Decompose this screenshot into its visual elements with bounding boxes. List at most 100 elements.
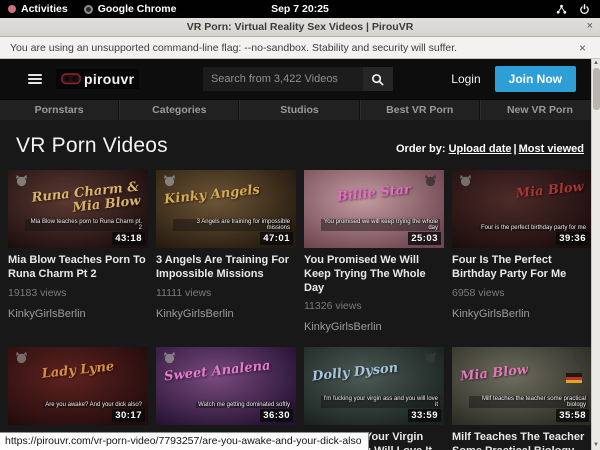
warning-bar: You are using an unsupported command-lin… bbox=[0, 37, 600, 59]
studio-cat-logo-icon bbox=[162, 351, 177, 369]
studio-link[interactable]: KinkyGirlsBerlin bbox=[452, 308, 592, 320]
duration-badge: 25:03 bbox=[408, 232, 441, 245]
page-title: VR Porn Videos bbox=[16, 134, 168, 158]
video-thumbnail[interactable]: Billie Star You promised we will keep tr… bbox=[304, 170, 444, 248]
duration-badge: 39:36 bbox=[556, 232, 589, 245]
studio-cat-logo-icon bbox=[14, 351, 29, 369]
thumbnail-caption: I'm fucking your virgin ass and you will… bbox=[321, 396, 440, 408]
thumbnail-caption: Four is the perfect birthday party for m… bbox=[479, 225, 588, 231]
video-card[interactable]: Mia Blow Four is the perfect birthday pa… bbox=[452, 170, 592, 333]
thumbnail-caption: Watch me getting dominated softly bbox=[196, 402, 292, 408]
video-title[interactable]: 3 Angels Are Training For Impossible Mis… bbox=[156, 254, 296, 282]
video-thumbnail[interactable]: Dolly Dyson I'm fucking your virgin ass … bbox=[304, 347, 444, 425]
site-logo-text: pirouvr bbox=[84, 71, 134, 87]
vr-goggles-icon bbox=[61, 73, 81, 86]
duration-badge: 30:17 bbox=[112, 409, 145, 422]
thumbnail-caption: Mia Blow teaches porn to Runa Charm pt. … bbox=[25, 219, 144, 231]
search-input[interactable] bbox=[203, 67, 363, 91]
video-views: 19183 views bbox=[8, 287, 148, 299]
window-title: VR Porn: Virtual Reality Sex Videos | Pi… bbox=[0, 21, 600, 33]
video-thumbnail[interactable]: Mia Blow Milf teaches the teacher some p… bbox=[452, 347, 592, 425]
video-title[interactable]: Four Is The Perfect Birthday Party For M… bbox=[452, 254, 592, 282]
thumbnail-overlay-name: Lady Lyne bbox=[8, 357, 148, 385]
page-scrollbar[interactable]: ▲ ▼ bbox=[591, 59, 600, 450]
warning-close-icon[interactable]: × bbox=[575, 41, 590, 55]
warning-text: You are using an unsupported command-lin… bbox=[10, 42, 575, 54]
studio-link[interactable]: KinkyGirlsBerlin bbox=[304, 321, 444, 333]
duration-badge: 47:01 bbox=[260, 232, 293, 245]
nav-item-studios[interactable]: Studios bbox=[239, 100, 359, 120]
search-bar bbox=[203, 67, 393, 91]
activities-label: Activities bbox=[21, 3, 68, 15]
network-icon[interactable] bbox=[556, 4, 567, 15]
activities-icon bbox=[8, 5, 16, 13]
video-thumbnail[interactable]: Runa Charm & Mia Blow Mia Blow teaches p… bbox=[8, 170, 148, 248]
power-icon[interactable] bbox=[579, 4, 590, 15]
video-card[interactable]: Billie Star You promised we will keep tr… bbox=[304, 170, 444, 333]
duration-badge: 35:58 bbox=[556, 409, 589, 422]
scrollbar-thumb[interactable] bbox=[593, 68, 600, 110]
window-close-icon[interactable]: × bbox=[587, 20, 593, 32]
thumbnail-overlay-name: Runa Charm & Mia Blow bbox=[8, 180, 148, 222]
video-grid: Runa Charm & Mia Blow Mia Blow teaches p… bbox=[0, 170, 600, 450]
window-titlebar[interactable]: VR Porn: Virtual Reality Sex Videos | Pi… bbox=[0, 18, 600, 37]
join-button[interactable]: Join Now bbox=[495, 66, 576, 92]
studio-link[interactable]: KinkyGirlsBerlin bbox=[8, 308, 148, 320]
thumbnail-overlay-name: Mia Blow bbox=[452, 180, 592, 208]
search-icon bbox=[371, 73, 384, 86]
scroll-up-icon[interactable]: ▲ bbox=[593, 59, 599, 67]
order-most-viewed-link[interactable]: Most viewed bbox=[519, 143, 584, 155]
german-flag-icon bbox=[566, 373, 582, 383]
video-card[interactable]: Kinky Angels 3 Angels are training for i… bbox=[156, 170, 296, 333]
status-url-tooltip: https://pirouvr.com/vr-porn-video/779325… bbox=[0, 432, 369, 450]
video-thumbnail[interactable]: Lady Lyne Are you awake? And your dick a… bbox=[8, 347, 148, 425]
scroll-down-icon[interactable]: ▼ bbox=[593, 441, 599, 449]
duration-badge: 33:59 bbox=[408, 409, 441, 422]
order-by: Order by: Upload date|Most viewed bbox=[396, 143, 584, 155]
thumbnail-overlay-name: Billie Star bbox=[304, 180, 444, 208]
chrome-app-indicator[interactable]: Google Chrome bbox=[84, 3, 177, 15]
order-by-label: Order by: bbox=[396, 143, 446, 155]
activities-button[interactable]: Activities bbox=[8, 3, 68, 15]
thumbnail-caption: Are you awake? And your dick also? bbox=[43, 402, 144, 408]
system-bar: Activities Google Chrome Sep 7 20:25 bbox=[0, 0, 600, 18]
video-views: 11111 views bbox=[156, 287, 296, 299]
studio-cat-logo-icon bbox=[162, 174, 177, 192]
page-head: VR Porn Videos Order by: Upload date|Mos… bbox=[0, 120, 600, 170]
thumbnail-overlay-name: Kinky Angels bbox=[156, 180, 296, 208]
thumbnail-overlay-name: Dolly Dyson bbox=[304, 357, 444, 385]
nav-item-new-vr-porn[interactable]: New VR Porn bbox=[480, 100, 600, 120]
video-thumbnail[interactable]: Sweet Analena Watch me getting dominated… bbox=[156, 347, 296, 425]
site-header: pirouvr Login Join Now bbox=[0, 59, 600, 99]
chrome-app-label: Google Chrome bbox=[98, 3, 177, 15]
thumbnail-caption: Milf teaches the teacher some practical … bbox=[469, 396, 588, 408]
video-title[interactable]: Milf Teaches The Teacher Some Practical … bbox=[452, 431, 592, 450]
login-link[interactable]: Login bbox=[451, 72, 480, 86]
order-upload-date-link[interactable]: Upload date bbox=[449, 143, 512, 155]
webpage: pirouvr Login Join Now Pornstars Categor… bbox=[0, 59, 600, 450]
video-card[interactable]: Mia Blow Milf teaches the teacher some p… bbox=[452, 347, 592, 450]
screen: Activities Google Chrome Sep 7 20:25 VR … bbox=[0, 0, 600, 450]
site-logo[interactable]: pirouvr bbox=[56, 69, 139, 89]
thumbnail-caption: 3 Angels are training for impossible mis… bbox=[173, 219, 292, 231]
studio-link[interactable]: KinkyGirlsBerlin bbox=[156, 308, 296, 320]
chrome-icon bbox=[84, 5, 93, 14]
video-views: 11326 views bbox=[304, 300, 444, 312]
video-thumbnail[interactable]: Mia Blow Four is the perfect birthday pa… bbox=[452, 170, 592, 248]
duration-badge: 43:18 bbox=[112, 232, 145, 245]
main-nav: Pornstars Categories Studios Best VR Por… bbox=[0, 99, 600, 120]
video-card[interactable]: Runa Charm & Mia Blow Mia Blow teaches p… bbox=[8, 170, 148, 333]
menu-hamburger-icon[interactable] bbox=[28, 74, 42, 84]
duration-badge: 36:30 bbox=[260, 409, 293, 422]
nav-item-best-vr-porn[interactable]: Best VR Porn bbox=[360, 100, 480, 120]
nav-item-categories[interactable]: Categories bbox=[119, 100, 239, 120]
search-button[interactable] bbox=[363, 67, 393, 91]
video-title[interactable]: Mia Blow Teaches Porn To Runa Charm Pt 2 bbox=[8, 254, 148, 282]
video-thumbnail[interactable]: Kinky Angels 3 Angels are training for i… bbox=[156, 170, 296, 248]
nav-item-pornstars[interactable]: Pornstars bbox=[0, 100, 119, 120]
video-title[interactable]: You Promised We Will Keep Trying The Who… bbox=[304, 254, 444, 295]
thumbnail-caption: You promised we will keep trying the who… bbox=[321, 219, 440, 231]
thumbnail-overlay-name: Sweet Analena bbox=[156, 357, 296, 385]
video-views: 6958 views bbox=[452, 287, 592, 299]
studio-cat-logo-icon bbox=[458, 174, 473, 192]
